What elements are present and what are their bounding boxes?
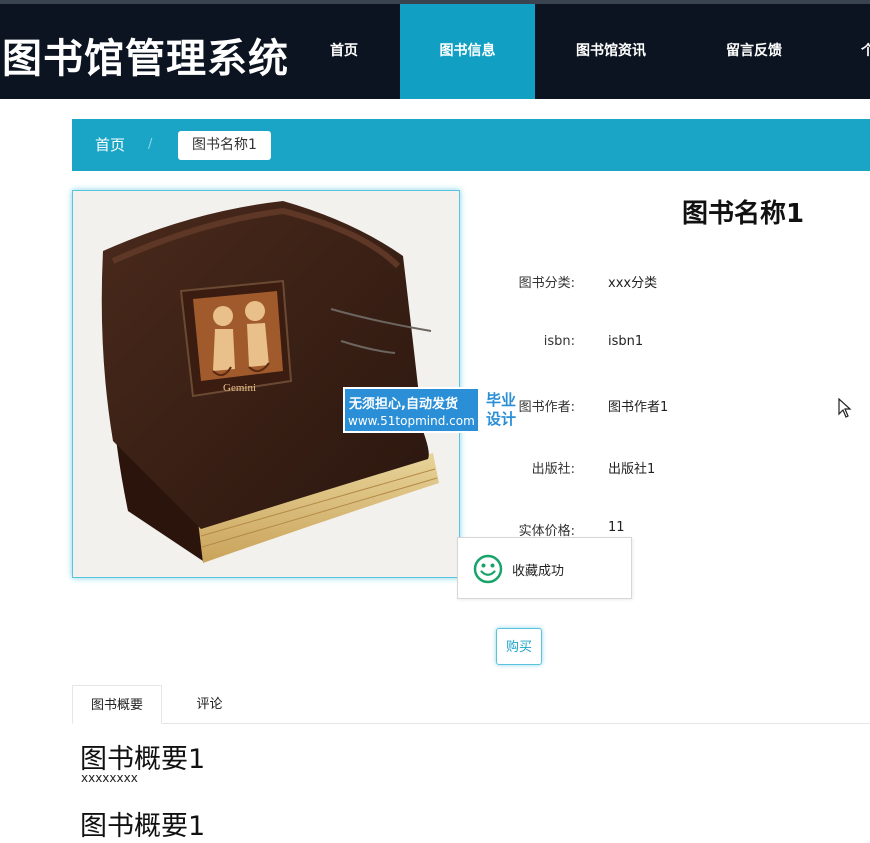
nav-item-personal[interactable]: 个 — [858, 4, 870, 99]
detail-value-publisher: 出版社1 — [608, 462, 656, 477]
tabs-divider — [72, 723, 870, 724]
nav-item-book-info[interactable]: 图书信息 — [400, 4, 535, 99]
detail-value-author: 图书作者1 — [608, 400, 669, 415]
summary-text: xxxxxxxx — [81, 771, 138, 785]
detail-label-author: 图书作者: — [518, 400, 575, 415]
book-title: 图书名称1 — [682, 199, 805, 229]
toast-message: 收藏成功 — [512, 564, 565, 579]
tab-comments[interactable]: 评论 — [162, 685, 257, 724]
nav-item-home[interactable]: 首页 — [310, 4, 378, 99]
buy-button[interactable]: 购买 — [496, 628, 542, 665]
detail-value-isbn: isbn1 — [608, 334, 644, 349]
book-cover-image: Gemini — [72, 190, 460, 578]
nav-item-library-news[interactable]: 图书馆资讯 — [560, 4, 662, 99]
site-title: 图书馆管理系统 — [2, 36, 289, 82]
mouse-cursor-icon — [838, 398, 852, 418]
detail-label-category: 图书分类: — [518, 276, 575, 291]
svg-text:Gemini: Gemini — [223, 382, 256, 394]
detail-label-publisher: 出版社: — [531, 462, 575, 477]
breadcrumb-home-link[interactable]: 首页 — [95, 119, 125, 171]
watermark-url: www.51topmind.com — [348, 414, 475, 428]
breadcrumb-separator: / — [148, 137, 153, 152]
detail-value-price: 11 — [608, 520, 625, 535]
breadcrumb: 首页 / 图书名称1 — [72, 119, 870, 171]
smile-icon — [473, 554, 503, 584]
breadcrumb-current: 图书名称1 — [178, 131, 271, 160]
detail-value-category: xxx分类 — [608, 276, 658, 291]
tab-summary[interactable]: 图书概要 — [72, 685, 162, 724]
watermark-slogan: 无须担心,自动发货 — [349, 397, 458, 412]
book-illustration: Gemini — [73, 191, 459, 577]
summary-heading-repeat: 图书概要1 — [80, 811, 206, 842]
toast-notification: 收藏成功 — [457, 537, 632, 599]
detail-label-isbn: isbn: — [543, 334, 575, 349]
top-navbar: 图书馆管理系统 首页 图书信息 图书馆资讯 留言反馈 个 — [0, 0, 870, 99]
nav-item-feedback[interactable]: 留言反馈 — [712, 4, 796, 99]
